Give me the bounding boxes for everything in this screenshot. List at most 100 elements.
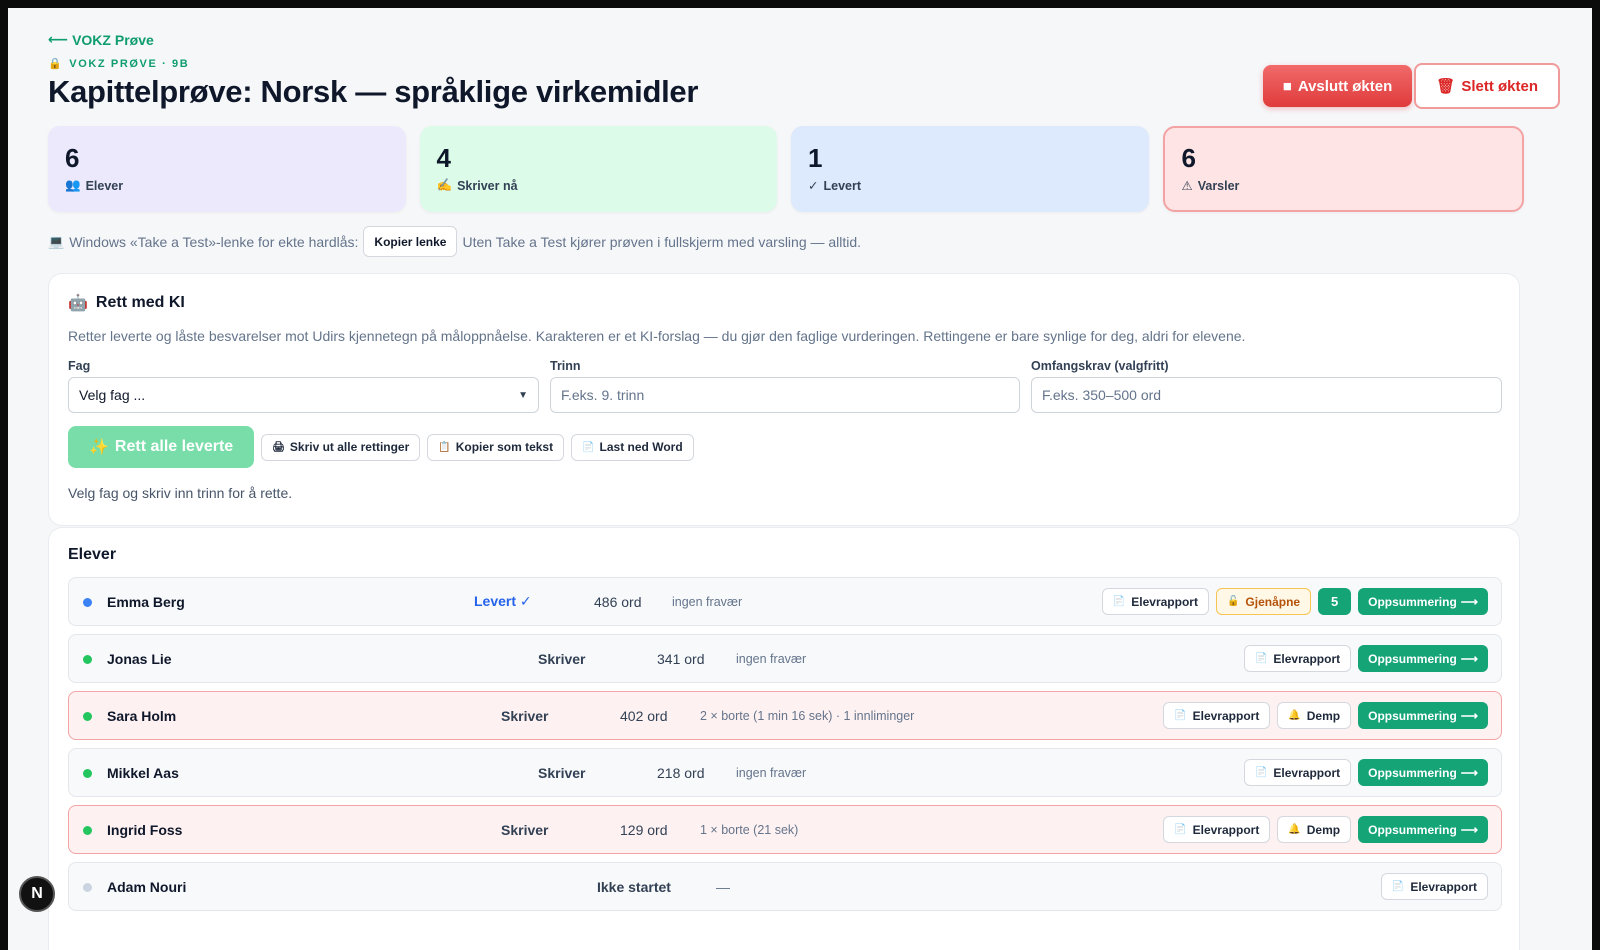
student-report-label: Elevrapport [1410, 879, 1477, 894]
omfang-label: Omfangskrav (valgfritt) [1031, 359, 1169, 373]
download-word-button[interactable]: 📄 Last ned Word [571, 433, 694, 461]
mute-alert-button[interactable]: 🔔 Demp [1277, 702, 1352, 729]
writing-hand-icon: ✍️ [436, 178, 453, 192]
omfang-placeholder: F.eks. 350–500 ord [1042, 387, 1162, 403]
summary-label: Oppsummering [1368, 822, 1457, 837]
students-list: Emma Berg Levert ✓ 486 ord ingen fravær … [68, 577, 1502, 919]
status-dot [83, 655, 92, 664]
stat-card-delivered: 1 ✓ Levert [791, 126, 1149, 212]
status-dot [83, 826, 92, 835]
take-a-test-info: 💻 Windows «Take a Test»-lenke for ekte h… [48, 226, 861, 257]
download-word-label: Last ned Word [599, 440, 683, 454]
summary-button[interactable]: Oppsummering ⟶ [1358, 645, 1488, 672]
stats-row: 6 👥 Elever 4 ✍️ Skriver nå 1 ✓ Levert 6 ⚠ Va… [48, 126, 1524, 212]
stat-card-writing: 4 ✍️ Skriver nå [419, 126, 777, 212]
reopen-button[interactable]: 🔓 Gjenåpne [1215, 588, 1312, 615]
student-status: Skriver [538, 764, 586, 781]
printer-icon: 🖨 [272, 441, 285, 453]
student-report-button[interactable]: 📄 Elevrapport [1243, 645, 1352, 672]
student-status: Levert ✓ [474, 593, 532, 609]
summary-button[interactable]: Oppsummering ⟶ [1358, 588, 1488, 615]
student-report-button[interactable]: 📄 Elevrapport [1163, 702, 1271, 729]
student-report-button[interactable]: 📄 Elevrapport [1163, 816, 1271, 843]
laptop-icon: 💻 [48, 233, 65, 249]
document-icon: 📄 [1112, 596, 1126, 607]
students-title: Elever [68, 546, 117, 563]
student-report-button[interactable]: 📄 Elevrapport [1101, 588, 1209, 615]
ki-card-title: 🤖 Rett med KI [68, 293, 185, 313]
absence-info: ingen fravær [672, 594, 743, 609]
student-name: Ingrid Foss [107, 821, 183, 838]
arrow-right-icon: ⟶ [1460, 651, 1478, 666]
summary-label: Oppsummering [1368, 765, 1457, 780]
absence-info: 2 × borte (1 min 16 sek) · 1 innliminger [700, 708, 915, 723]
summary-button[interactable]: Oppsummering ⟶ [1358, 759, 1488, 786]
fag-select[interactable]: Velg fag ... ▼ [68, 377, 539, 413]
student-status: Skriver [501, 707, 549, 724]
student-report-label: Elevrapport [1273, 651, 1341, 666]
row-actions: 📄 Elevrapport 🔔 Demp Oppsummering ⟶ [1163, 702, 1488, 729]
stat-value: 4 [436, 143, 451, 173]
end-session-button[interactable]: ■ Avslutt økten [1262, 65, 1413, 107]
grade-all-button[interactable]: ✨ Rett alle leverte [68, 426, 255, 468]
stat-label: Varsler [1197, 178, 1240, 193]
summary-button[interactable]: Oppsummering ⟶ [1358, 702, 1488, 729]
student-report-button[interactable]: 📄 Elevrapport [1380, 873, 1488, 900]
student-row: Mikkel Aas Skriver 218 ord ingen fravær … [68, 748, 1502, 797]
trinn-input[interactable]: F.eks. 9. trinn [550, 377, 1020, 413]
header-actions: ■ Avslutt økten 🗑 Slett økten [1262, 63, 1560, 109]
unlock-icon: 🔓 [1226, 596, 1240, 607]
clipboard-icon: 📋 [438, 441, 451, 453]
take-a-test-suffix: Uten Take a Test kjører prøven i fullskj… [462, 233, 862, 250]
delete-session-button[interactable]: 🗑 Slett økten [1414, 63, 1560, 109]
arrow-left-icon: ⟵ [48, 31, 69, 47]
warning-icon: ⚠ [1181, 179, 1193, 193]
ki-description: Retter leverte og låste besvarelser mot … [68, 328, 1246, 344]
take-a-test-prefix: Windows «Take a Test»-lenke for ekte har… [69, 233, 359, 250]
summary-label: Oppsummering [1368, 594, 1457, 609]
omfang-input[interactable]: F.eks. 350–500 ord [1031, 377, 1502, 413]
absence-info: — [716, 878, 730, 895]
print-all-button[interactable]: 🖨 Skriv ut alle rettinger [261, 433, 421, 461]
word-count: 402 ord [620, 707, 668, 724]
summary-button[interactable]: Oppsummering ⟶ [1358, 816, 1488, 843]
copy-link-button[interactable]: Kopier lenke [363, 226, 458, 257]
back-link[interactable]: ⟵ VOKZ Prøve [48, 31, 154, 48]
status-dot [83, 598, 92, 607]
student-status: Skriver [538, 650, 586, 667]
mute-alert-label: Demp [1306, 822, 1341, 837]
student-report-label: Elevrapport [1192, 822, 1260, 837]
page-title: Kapittelprøve: Norsk — språklige virkemi… [48, 74, 699, 109]
app-viewport: ⟵ VOKZ Prøve 🔒 VOKZ PRØVE · 9B Kapittelp… [8, 8, 1592, 950]
ki-title-label: Rett med KI [95, 294, 185, 311]
document-icon: 📄 [1254, 767, 1268, 778]
trash-icon: 🗑 [1436, 78, 1456, 95]
student-status: Skriver [501, 821, 549, 838]
mute-alert-button[interactable]: 🔔 Demp [1277, 816, 1352, 843]
check-icon: ✓ [808, 179, 819, 193]
word-count: 218 ord [657, 764, 705, 781]
ki-grading-card: 🤖 Rett med KI Retter leverte og låste be… [48, 273, 1520, 526]
stat-value: 1 [808, 143, 823, 173]
row-actions: 📄 Elevrapport Oppsummering ⟶ [1243, 645, 1488, 672]
fag-label: Fag [68, 359, 91, 373]
nextjs-devtools-icon[interactable]: N [19, 876, 55, 912]
fag-select-value: Velg fag ... [79, 387, 146, 403]
student-status: Ikke startet [597, 878, 671, 895]
stat-card-students: 6 👥 Elever [48, 126, 406, 212]
reopen-label: Gjenåpne [1245, 594, 1301, 609]
student-row: Jonas Lie Skriver 341 ord ingen fravær 📄… [68, 634, 1502, 683]
arrow-right-icon: ⟶ [1460, 594, 1478, 609]
student-report-button[interactable]: 📄 Elevrapport [1243, 759, 1352, 786]
document-icon: 📄 [1174, 710, 1187, 721]
students-card: Elever Emma Berg Levert ✓ 486 ord ingen … [48, 527, 1520, 950]
student-name: Jonas Lie [107, 650, 172, 667]
absence-info: ingen fravær [736, 765, 807, 780]
student-row: Adam Nouri Ikke startet — 📄 Elevrapport [68, 862, 1502, 911]
absence-info: ingen fravær [736, 651, 807, 666]
absence-info: 1 × borte (21 sek) [700, 822, 799, 837]
arrow-right-icon: ⟶ [1460, 765, 1478, 780]
ki-hint: Velg fag og skriv inn trinn for å rette. [68, 485, 293, 501]
student-report-label: Elevrapport [1192, 708, 1260, 723]
copy-as-text-button[interactable]: 📋 Kopier som tekst [427, 433, 565, 461]
